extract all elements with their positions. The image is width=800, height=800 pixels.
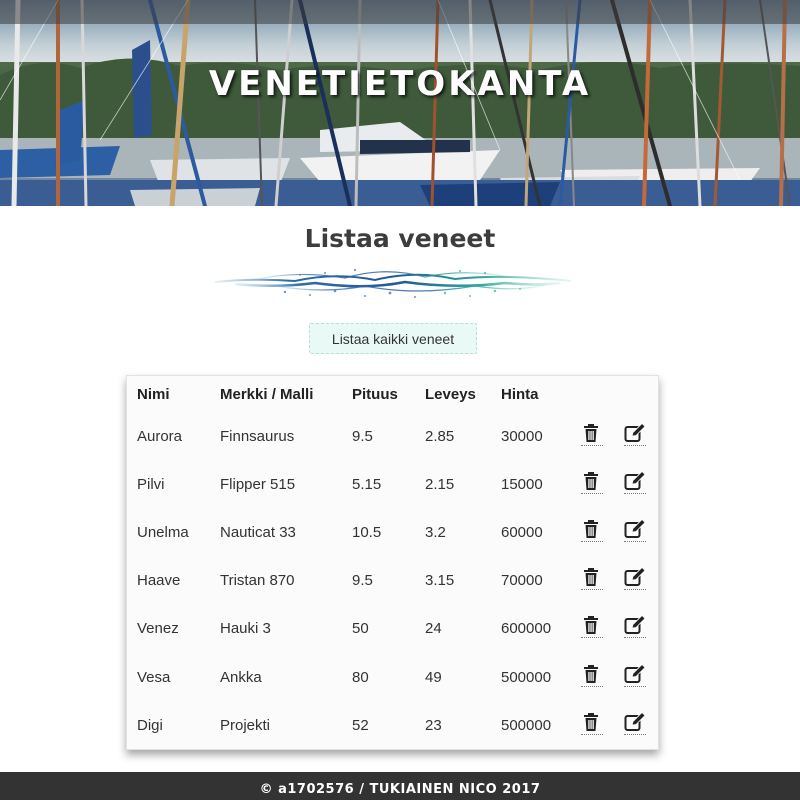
cell-delete bbox=[581, 701, 624, 749]
cell-width: 24 bbox=[425, 620, 442, 638]
cell-width: 3.15 bbox=[425, 572, 455, 590]
cell-brand: Finnsaurus bbox=[220, 427, 295, 445]
cell-name: Haave bbox=[137, 572, 181, 590]
cell-delete bbox=[581, 412, 624, 460]
header-price: Hinta bbox=[501, 385, 539, 403]
trash-icon[interactable] bbox=[581, 615, 603, 639]
header-width: Leveys bbox=[425, 385, 476, 403]
cell-delete bbox=[581, 653, 624, 701]
table-row: Venez Hauki 3 50 24 600000 bbox=[127, 605, 660, 653]
table-row: Digi Projekti 52 23 500000 bbox=[127, 701, 660, 749]
cell-name: Pilvi bbox=[137, 475, 165, 493]
cell-edit bbox=[624, 508, 660, 556]
header-edit bbox=[624, 376, 660, 412]
cell-length: 50 bbox=[352, 620, 369, 638]
cell-length: 10.5 bbox=[352, 523, 382, 541]
cell-name: Digi bbox=[137, 716, 163, 734]
cell-brand: Flipper 515 bbox=[220, 475, 296, 493]
cell-price: 15000 bbox=[501, 475, 543, 493]
list-all-boats-button[interactable]: Listaa kaikki veneet bbox=[309, 323, 477, 354]
trash-icon[interactable] bbox=[581, 471, 603, 494]
trash-icon[interactable] bbox=[581, 519, 603, 542]
table-row: Aurora Finnsaurus 9.5 2.85 30000 bbox=[127, 412, 660, 460]
cell-brand: Nauticat 33 bbox=[220, 523, 296, 541]
cell-edit bbox=[624, 460, 660, 508]
cell-width: 49 bbox=[425, 668, 442, 686]
footer: © a1702576 / TUKIAINEN NICO 2017 bbox=[0, 772, 800, 800]
cell-price: 70000 bbox=[501, 572, 543, 590]
cell-price: 60000 bbox=[501, 523, 543, 541]
cell-brand: Ankka bbox=[220, 668, 262, 686]
cell-price: 30000 bbox=[501, 427, 543, 445]
site-title: VENETIETOKANTA bbox=[208, 64, 592, 104]
cell-length: 9.5 bbox=[352, 427, 373, 445]
boats-table: Nimi Merkki / Malli Pituus Leveys Hinta … bbox=[127, 376, 660, 749]
boats-table-card: Nimi Merkki / Malli Pituus Leveys Hinta … bbox=[126, 375, 659, 750]
table-row: Unelma Nauticat 33 10.5 3.2 60000 bbox=[127, 508, 660, 556]
trash-icon[interactable] bbox=[581, 712, 603, 735]
header-length: Pituus bbox=[352, 385, 398, 403]
cell-name: Aurora bbox=[137, 427, 183, 445]
header-brand: Merkki / Malli bbox=[220, 385, 314, 403]
wave-splash-decoration bbox=[215, 268, 571, 298]
edit-icon[interactable] bbox=[624, 711, 646, 735]
cell-length: 52 bbox=[352, 716, 369, 734]
header-delete bbox=[581, 376, 624, 412]
cell-name: Unelma bbox=[137, 523, 189, 541]
cell-width: 3.2 bbox=[425, 523, 446, 541]
hero-banner: VENETIETOKANTA bbox=[0, 0, 800, 206]
edit-icon[interactable] bbox=[624, 663, 646, 687]
cell-length: 80 bbox=[352, 668, 369, 686]
table-row: Pilvi Flipper 515 5.15 2.15 15000 bbox=[127, 460, 660, 508]
cell-length: 9.5 bbox=[352, 572, 373, 590]
page-title: Listaa veneet bbox=[304, 224, 496, 253]
header-name: Nimi bbox=[137, 385, 170, 403]
cell-width: 23 bbox=[425, 716, 442, 734]
table-row: Haave Tristan 870 9.5 3.15 70000 bbox=[127, 557, 660, 605]
edit-icon[interactable] bbox=[624, 518, 646, 542]
edit-icon[interactable] bbox=[624, 567, 646, 591]
cell-delete bbox=[581, 605, 624, 653]
cell-price: 600000 bbox=[501, 620, 552, 638]
cell-width: 2.15 bbox=[425, 475, 455, 493]
cell-brand: Projekti bbox=[220, 716, 271, 734]
cell-name: Vesa bbox=[137, 668, 171, 686]
cell-price: 500000 bbox=[501, 668, 552, 686]
cell-edit bbox=[624, 605, 660, 653]
cell-length: 5.15 bbox=[352, 475, 382, 493]
table-header-row: Nimi Merkki / Malli Pituus Leveys Hinta bbox=[127, 376, 660, 412]
hero-top-bar bbox=[0, 0, 800, 24]
edit-icon[interactable] bbox=[624, 615, 646, 639]
trash-icon[interactable] bbox=[581, 423, 603, 446]
cell-edit bbox=[624, 653, 660, 701]
trash-icon[interactable] bbox=[581, 664, 603, 687]
trash-icon[interactable] bbox=[581, 567, 603, 591]
table-row: Vesa Ankka 80 49 500000 bbox=[127, 653, 660, 701]
cell-brand: Tristan 870 bbox=[220, 572, 295, 590]
cell-edit bbox=[624, 412, 660, 460]
edit-icon[interactable] bbox=[624, 470, 646, 494]
cell-price: 500000 bbox=[501, 716, 552, 734]
cell-delete bbox=[581, 508, 624, 556]
cell-edit bbox=[624, 557, 660, 605]
footer-copyright: © a1702576 / TUKIAINEN NICO 2017 bbox=[259, 782, 541, 797]
cell-delete bbox=[581, 460, 624, 508]
cell-brand: Hauki 3 bbox=[220, 620, 271, 638]
edit-icon[interactable] bbox=[624, 422, 646, 446]
cell-name: Venez bbox=[137, 620, 179, 638]
cell-delete bbox=[581, 557, 624, 605]
cell-edit bbox=[624, 701, 660, 749]
cell-width: 2.85 bbox=[425, 427, 455, 445]
